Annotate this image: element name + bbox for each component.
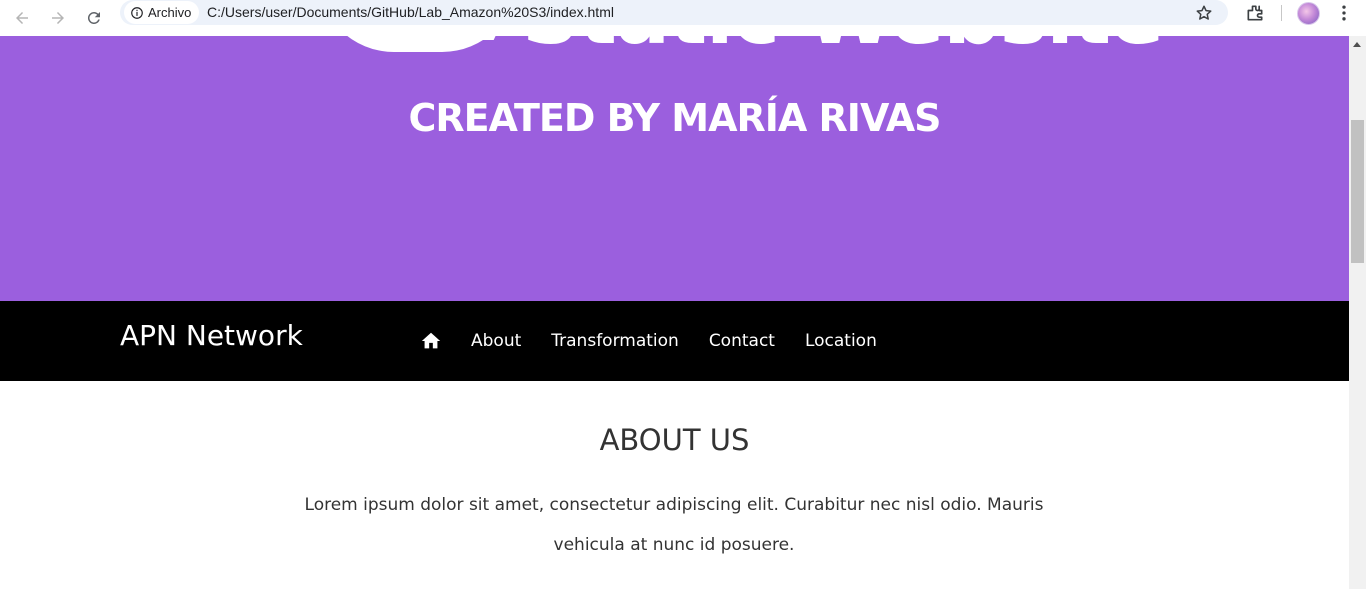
site-info-chip[interactable]: Archivo [124, 1, 200, 24]
back-icon [16, 12, 28, 24]
about-title: ABOUT US [599, 423, 750, 457]
profile-avatar[interactable] [1297, 2, 1320, 25]
toolbar-separator [1281, 5, 1282, 21]
brand-name[interactable]: APN Network [120, 319, 303, 352]
hero-big-title: Static Website [522, 36, 1164, 56]
nav-link-contact[interactable]: Contact [709, 331, 775, 351]
forward-icon [52, 12, 64, 24]
nav-link-location[interactable]: Location [805, 331, 877, 351]
info-icon [131, 6, 143, 19]
address-bar[interactable]: Archivo C:/Users/user/Documents/GitHub/L… [120, 0, 1228, 25]
site-navbar: APN Network About Transformation Contact… [0, 301, 1349, 381]
hero-subtitle: CREATED BY MARÍA RIVAS [408, 96, 941, 140]
about-text: Lorem ipsum dolor sit amet, consectetur … [304, 495, 1044, 555]
scroll-up-arrow-icon[interactable] [1353, 42, 1361, 47]
browser-toolbar: Archivo C:/Users/user/Documents/GitHub/L… [0, 0, 1366, 37]
page-viewport: Static Website CREATED BY MARÍA RIVAS AP… [0, 36, 1349, 589]
hero-logo-tick [477, 36, 499, 40]
page-scrollbar[interactable] [1349, 36, 1366, 589]
nav-link-about[interactable]: About [471, 331, 521, 351]
forward-button[interactable] [42, 2, 74, 34]
about-section: ABOUT US Lorem ipsum dolor sit amet, con… [0, 381, 1349, 589]
site-chip-label: Archivo [148, 5, 192, 20]
hero-banner: Static Website CREATED BY MARÍA RIVAS [0, 36, 1349, 301]
browser-menu-icon[interactable] [1333, 1, 1355, 25]
back-button[interactable] [6, 2, 38, 34]
reload-icon [87, 11, 100, 24]
url-text[interactable]: C:/Users/user/Documents/GitHub/Lab_Amazo… [207, 4, 614, 20]
scrollbar-thumb[interactable] [1351, 120, 1364, 263]
reload-button[interactable] [78, 2, 110, 34]
nav-link-transformation[interactable]: Transformation [551, 331, 679, 351]
bookmark-star-icon[interactable] [1193, 2, 1215, 24]
home-icon[interactable] [420, 330, 442, 352]
extensions-icon[interactable] [1243, 1, 1267, 25]
nav-links: About Transformation Contact Location [420, 301, 907, 381]
